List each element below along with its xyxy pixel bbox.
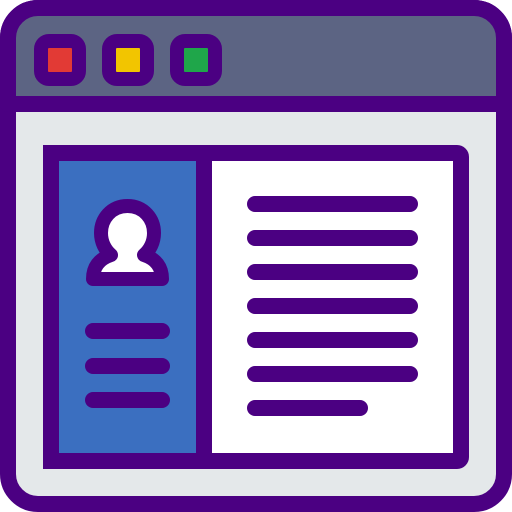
- close-dot-icon[interactable]: [34, 34, 86, 86]
- user-avatar-icon: [86, 199, 169, 286]
- minimize-dot-icon[interactable]: [102, 34, 154, 86]
- content-text-lines: [247, 196, 418, 416]
- browser-profile-window-icon: [0, 0, 512, 512]
- maximize-dot-icon[interactable]: [170, 34, 222, 86]
